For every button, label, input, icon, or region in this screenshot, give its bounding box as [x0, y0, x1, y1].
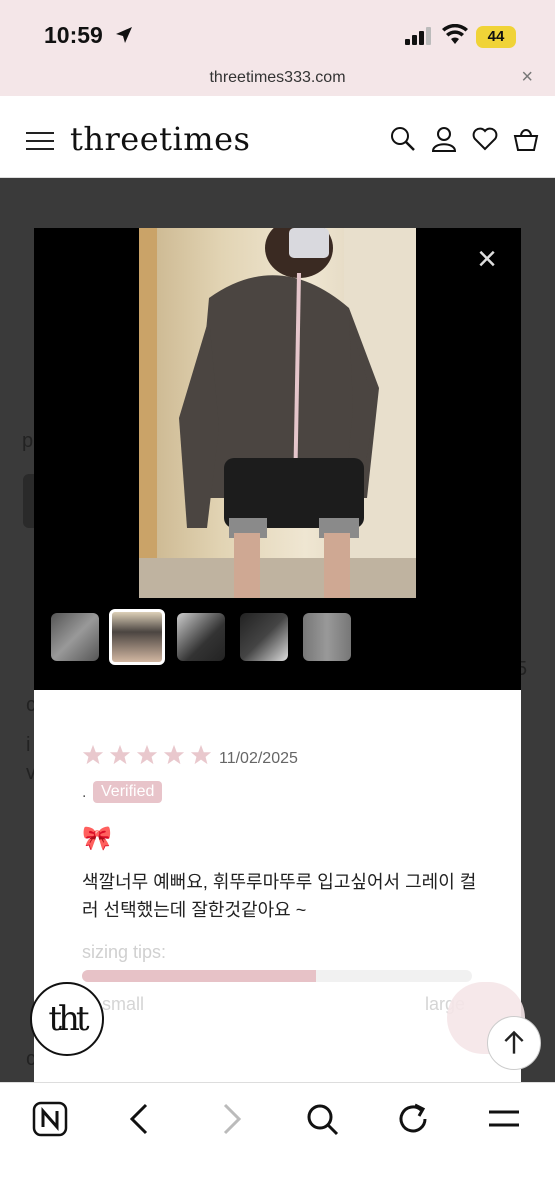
site-header: threetimes	[0, 96, 555, 178]
photo-gallery: ×	[34, 228, 521, 690]
browser-url-bar[interactable]: threetimes333.com ×	[0, 62, 555, 96]
review-photo[interactable]	[139, 228, 416, 598]
star-icon	[136, 744, 158, 765]
naver-app-icon[interactable]	[32, 1101, 68, 1137]
battery-indicator: 44	[476, 26, 516, 48]
review-modal: × 11/02/2025 . Verified 🎀 색깔너무 예뻐요, 휘뚜루마…	[34, 228, 521, 1082]
review-body: 색깔너무 예뻐요, 휘뚜루마뚜루 입고싶어서 그레이 컬러 선택했는데 잘한것같…	[82, 872, 477, 920]
thumbnail[interactable]	[303, 613, 351, 661]
browser-toolbar	[0, 1082, 555, 1200]
site-logo[interactable]: threetimes	[70, 120, 250, 158]
scroll-to-top-icon[interactable]	[487, 1016, 541, 1070]
sizing-bar	[82, 970, 472, 982]
thumbnail[interactable]	[177, 613, 225, 661]
cellular-signal-icon	[405, 27, 431, 45]
search-icon[interactable]	[390, 126, 416, 152]
sizing-bar-fill	[82, 970, 316, 982]
location-arrow-icon	[116, 27, 132, 43]
status-bar: 10:59 44	[0, 0, 555, 62]
wishlist-heart-icon[interactable]	[472, 126, 498, 152]
wifi-icon	[442, 24, 468, 44]
url-text[interactable]: threetimes333.com	[0, 69, 555, 87]
cart-basket-icon[interactable]	[513, 126, 539, 152]
close-icon[interactable]: ×	[521, 66, 533, 89]
close-icon[interactable]: ×	[474, 242, 500, 276]
brand-logo-badge[interactable]: tht	[30, 982, 104, 1056]
clock: 10:59	[44, 22, 103, 48]
menu-icon[interactable]	[486, 1101, 522, 1137]
review-title-emoji: 🎀	[82, 825, 112, 852]
star-icon	[190, 744, 212, 765]
thumbnail[interactable]	[51, 613, 99, 661]
verified-badge: Verified	[93, 781, 163, 803]
hamburger-menu-icon[interactable]	[26, 132, 54, 152]
search-icon[interactable]	[304, 1101, 340, 1137]
reload-icon[interactable]	[395, 1101, 431, 1137]
thumbnail[interactable]	[240, 613, 288, 661]
forward-arrow-icon[interactable]	[213, 1101, 249, 1137]
star-rating	[82, 744, 217, 768]
account-icon[interactable]	[431, 126, 457, 152]
star-icon	[82, 744, 104, 765]
review-date: 11/02/2025	[219, 750, 298, 767]
thumbnail[interactable]	[109, 609, 165, 665]
star-icon	[163, 744, 185, 765]
sizing-tips-label: sizing tips:	[82, 942, 167, 962]
background-text: i	[26, 734, 31, 756]
back-arrow-icon[interactable]	[122, 1101, 158, 1137]
review-author: .	[82, 784, 87, 801]
star-icon	[109, 744, 131, 765]
background-text: p	[22, 430, 34, 452]
sizing-small-label: small	[102, 994, 145, 1014]
